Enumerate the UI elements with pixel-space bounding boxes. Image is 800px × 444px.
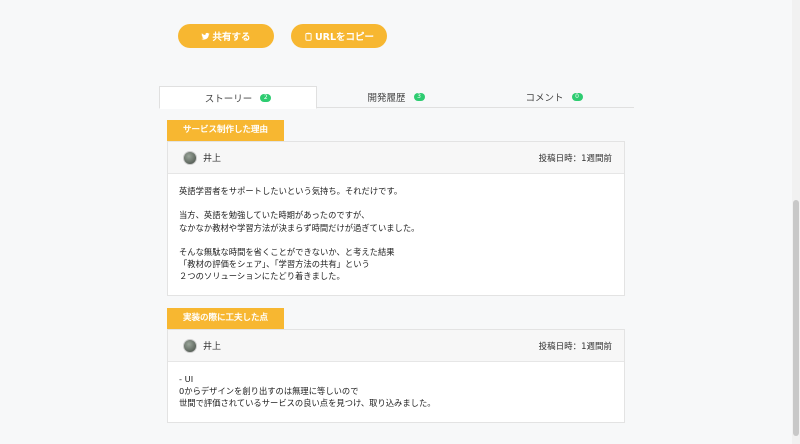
body-line: 英語学習者をサポートしたいという気持ち。それだけです。: [179, 186, 403, 196]
tab-story[interactable]: ストーリー 2: [159, 86, 317, 109]
body-line: 当方、英語を勉強していた時期があったのですが、: [179, 210, 370, 221]
body-line: [179, 197, 613, 209]
card-header: 井上 投稿日時：1週間前: [168, 330, 624, 362]
body-line: 「教材の評価をシェア」、「学習方法の共有」という: [179, 259, 370, 270]
tab-comments[interactable]: コメント 0: [475, 86, 633, 108]
tab-dev-history-count: 3: [413, 93, 425, 101]
tab-bar: ストーリー 2 開発履歴 3 コメント 0: [159, 86, 634, 109]
author: 井上: [183, 150, 221, 165]
scrollbar[interactable]: [792, 0, 800, 444]
body-line: 0からデザインを創り出すのは無理に等しいので: [179, 386, 359, 397]
card-body: - UI 0からデザインを創り出すのは無理に等しいので 世間で評価されているサー…: [168, 362, 624, 422]
card-body: 英語学習者をサポートしたいという気持ち。それだけです。 当方、英語を勉強していた…: [168, 174, 624, 295]
body-line: - UI: [179, 374, 194, 384]
tab-story-count: 2: [260, 93, 272, 102]
tab-story-label: ストーリー: [204, 93, 253, 105]
tab-dev-history-label: 開発履歴: [367, 93, 406, 104]
copy-url-button[interactable]: URLをコピー: [291, 24, 387, 48]
avatar[interactable]: [183, 150, 197, 165]
scrollbar-thumb[interactable]: [793, 200, 799, 436]
section-title: サービス制作した理由: [167, 120, 285, 141]
story-section: サービス制作した理由 井上 投稿日時：1週間前 英語学習者をサポートしたいという…: [167, 117, 625, 296]
copy-url-label: URLをコピー: [314, 32, 375, 43]
section-title: 実装の際に工夫した点: [167, 308, 285, 329]
tab-comments-count: 0: [571, 93, 583, 101]
body-line: なかなか教材や学習方法が決まらず時間だけが過ぎていました。: [179, 222, 420, 233]
body-line: 世間で評価されているサービスの良い点を見つけ、取り込みました。: [179, 398, 436, 409]
body-line: ２つのソリューションにたどり着きました。: [179, 271, 345, 282]
tab-dev-history[interactable]: 開発履歴 3: [317, 86, 475, 108]
card-header: 井上 投稿日時：1週間前: [168, 142, 624, 174]
clipboard-icon: [305, 32, 312, 41]
posted-time: 投稿日時：1週間前: [538, 341, 612, 352]
tab-comments-label: コメント: [525, 93, 564, 104]
story-card: 井上 投稿日時：1週間前 英語学習者をサポートしたいという気持ち。それだけです。…: [167, 141, 625, 296]
author: 井上: [183, 338, 221, 353]
share-buttons: 共有する URLをコピー: [178, 24, 387, 48]
implementation-card: 井上 投稿日時：1週間前 - UI 0からデザインを創り出すのは無理に等しいので…: [167, 329, 625, 423]
body-line: そんな無駄な時間を省くことができないか、と考えた結果: [179, 246, 395, 257]
avatar[interactable]: [183, 338, 197, 353]
implementation-section: 実装の際に工夫した点 井上 投稿日時：1週間前 - UI 0からデザインを創り出…: [167, 305, 625, 423]
author-name[interactable]: 井上: [203, 339, 221, 352]
twitter-icon: [201, 32, 211, 40]
twitter-share-label: 共有する: [212, 32, 251, 43]
author-name[interactable]: 井上: [203, 151, 221, 164]
posted-time: 投稿日時：1週間前: [538, 153, 612, 164]
body-line: [179, 234, 613, 246]
twitter-share-button[interactable]: 共有する: [178, 24, 274, 48]
